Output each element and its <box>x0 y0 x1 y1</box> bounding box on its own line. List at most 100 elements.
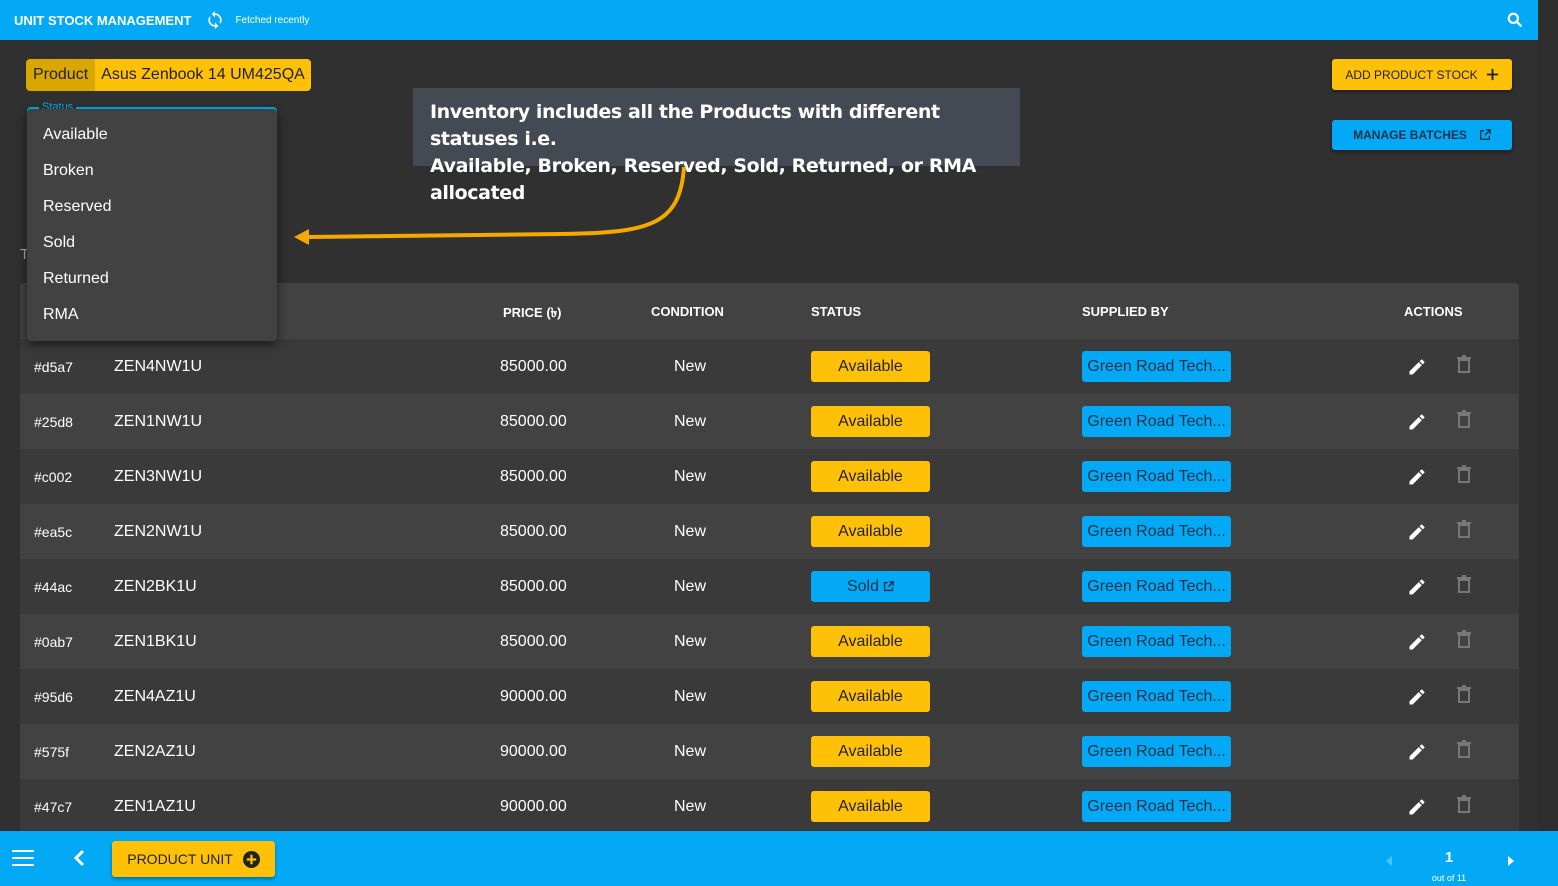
external-link-icon <box>883 581 894 592</box>
status-badge[interactable]: Sold <box>811 571 930 602</box>
col-condition[interactable]: CONDITION <box>651 304 724 319</box>
add-product-stock-label: ADD PRODUCT STOCK <box>1345 67 1478 82</box>
supplier-badge[interactable]: Green Road Tech... <box>1082 516 1231 547</box>
table-row[interactable]: #c002 ZEN3NW1U 85000.00 New Available Gr… <box>20 449 1519 504</box>
supplier-text: Green Road Tech... <box>1087 632 1226 650</box>
fetch-status: Fetched recently <box>235 14 310 26</box>
external-link-icon <box>1479 129 1491 140</box>
table-row[interactable]: #575f ZEN2AZ1U 90000.00 New Available Gr… <box>20 724 1519 779</box>
col-status[interactable]: STATUS <box>811 304 861 319</box>
product-filter-chip[interactable]: Product Asus Zenbook 14 UM425QA <box>26 59 311 91</box>
product-chip-value: Asus Zenbook 14 UM425QA <box>95 59 311 91</box>
col-actions: ACTIONS <box>1404 304 1463 319</box>
serial-number: ZEN1AZ1U <box>114 797 196 815</box>
manage-batches-button[interactable]: MANAGE BATCHES <box>1332 120 1512 150</box>
condition: New <box>674 357 707 375</box>
unit-id: #95d6 <box>34 688 73 705</box>
back-chevron-icon[interactable] <box>72 849 86 867</box>
delete-icon[interactable] <box>1455 464 1473 484</box>
status-text: Available <box>838 522 903 540</box>
delete-icon[interactable] <box>1455 354 1473 374</box>
table-row[interactable]: #d5a7 ZEN4NW1U 85000.00 New Available Gr… <box>20 339 1519 394</box>
supplier-badge[interactable]: Green Road Tech... <box>1082 791 1231 822</box>
edit-icon[interactable] <box>1407 412 1427 432</box>
callout-line-1: Inventory includes all the Products with… <box>430 101 940 150</box>
status-badge[interactable]: Available <box>811 351 930 382</box>
status-badge[interactable]: Available <box>811 406 930 437</box>
status-option-rma[interactable]: RMA <box>27 297 277 333</box>
supplier-badge[interactable]: Green Road Tech... <box>1082 351 1231 382</box>
app-title: UNIT STOCK MANAGEMENT <box>14 12 192 28</box>
table-row[interactable]: #44ac ZEN2BK1U 85000.00 New Sold Green R… <box>20 559 1519 614</box>
status-badge[interactable]: Available <box>811 791 930 822</box>
status-text: Available <box>838 797 903 815</box>
edit-icon[interactable] <box>1407 632 1427 652</box>
edit-icon[interactable] <box>1407 467 1427 487</box>
sync-icon[interactable] <box>205 10 225 30</box>
table-row[interactable]: #0ab7 ZEN1BK1U 85000.00 New Available Gr… <box>20 614 1519 669</box>
status-text: Available <box>838 412 903 430</box>
supplier-text: Green Road Tech... <box>1087 742 1226 760</box>
serial-number: ZEN2NW1U <box>114 522 203 540</box>
supplier-badge[interactable]: Green Road Tech... <box>1082 681 1231 712</box>
next-page-icon[interactable] <box>1507 853 1515 871</box>
status-badge[interactable]: Available <box>811 681 930 712</box>
delete-icon[interactable] <box>1455 629 1473 649</box>
status-option-available[interactable]: Available <box>27 117 277 153</box>
unit-id: #47c7 <box>34 798 73 815</box>
col-supplied-by[interactable]: SUPPLIED BY <box>1082 304 1169 319</box>
serial-number: ZEN4NW1U <box>114 357 203 375</box>
condition: New <box>674 577 707 595</box>
col-price[interactable]: PRICE (৳) <box>503 304 561 325</box>
status-text: Available <box>838 357 903 375</box>
delete-icon[interactable] <box>1455 519 1473 539</box>
menu-icon[interactable] <box>12 849 34 867</box>
status-option-broken[interactable]: Broken <box>27 153 277 189</box>
search-icon[interactable] <box>1505 10 1525 30</box>
supplier-text: Green Road Tech... <box>1087 522 1226 540</box>
delete-icon[interactable] <box>1455 739 1473 759</box>
status-option-reserved[interactable]: Reserved <box>27 189 277 225</box>
edit-icon[interactable] <box>1407 357 1427 377</box>
status-badge[interactable]: Available <box>811 516 930 547</box>
edit-icon[interactable] <box>1407 797 1427 817</box>
unit-id: #ea5c <box>34 523 73 540</box>
serial-number: ZEN2AZ1U <box>114 742 196 760</box>
table-row[interactable]: #ea5c ZEN2NW1U 85000.00 New Available Gr… <box>20 504 1519 559</box>
status-badge[interactable]: Available <box>811 461 930 492</box>
status-badge[interactable]: Available <box>811 626 930 657</box>
price: 85000.00 <box>500 632 567 650</box>
price: 90000.00 <box>500 742 567 760</box>
table-row[interactable]: #95d6 ZEN4AZ1U 90000.00 New Available Gr… <box>20 669 1519 724</box>
status-option-returned[interactable]: Returned <box>27 261 277 297</box>
unit-id: #c002 <box>34 468 73 485</box>
delete-icon[interactable] <box>1455 574 1473 594</box>
delete-icon[interactable] <box>1455 409 1473 429</box>
status-option-sold[interactable]: Sold <box>27 225 277 261</box>
add-product-stock-button[interactable]: ADD PRODUCT STOCK <box>1332 59 1512 90</box>
price: 85000.00 <box>500 412 567 430</box>
condition: New <box>674 522 707 540</box>
edit-icon[interactable] <box>1407 522 1427 542</box>
plus-icon <box>1486 68 1498 81</box>
delete-icon[interactable] <box>1455 684 1473 704</box>
unit-id: #d5a7 <box>34 358 73 375</box>
delete-icon[interactable] <box>1455 794 1473 814</box>
table-row[interactable]: #25d8 ZEN1NW1U 85000.00 New Available Gr… <box>20 394 1519 449</box>
status-badge[interactable]: Available <box>811 736 930 767</box>
edit-icon[interactable] <box>1407 687 1427 707</box>
supplier-badge[interactable]: Green Road Tech... <box>1082 626 1231 657</box>
supplier-badge[interactable]: Green Road Tech... <box>1082 571 1231 602</box>
previous-page-icon[interactable] <box>1385 853 1393 871</box>
supplier-text: Green Road Tech... <box>1087 577 1226 595</box>
status-text: Available <box>838 687 903 705</box>
add-product-unit-button[interactable]: PRODUCT UNIT <box>112 841 275 877</box>
edit-icon[interactable] <box>1407 742 1427 762</box>
app-header: UNIT STOCK MANAGEMENT Fetched recently <box>0 0 1538 40</box>
supplier-badge[interactable]: Green Road Tech... <box>1082 461 1231 492</box>
status-dropdown-menu: Available Broken Reserved Sold Returned … <box>27 109 277 341</box>
supplier-badge[interactable]: Green Road Tech... <box>1082 736 1231 767</box>
supplier-badge[interactable]: Green Road Tech... <box>1082 406 1231 437</box>
table-row[interactable]: #47c7 ZEN1AZ1U 90000.00 New Available Gr… <box>20 779 1519 831</box>
edit-icon[interactable] <box>1407 577 1427 597</box>
